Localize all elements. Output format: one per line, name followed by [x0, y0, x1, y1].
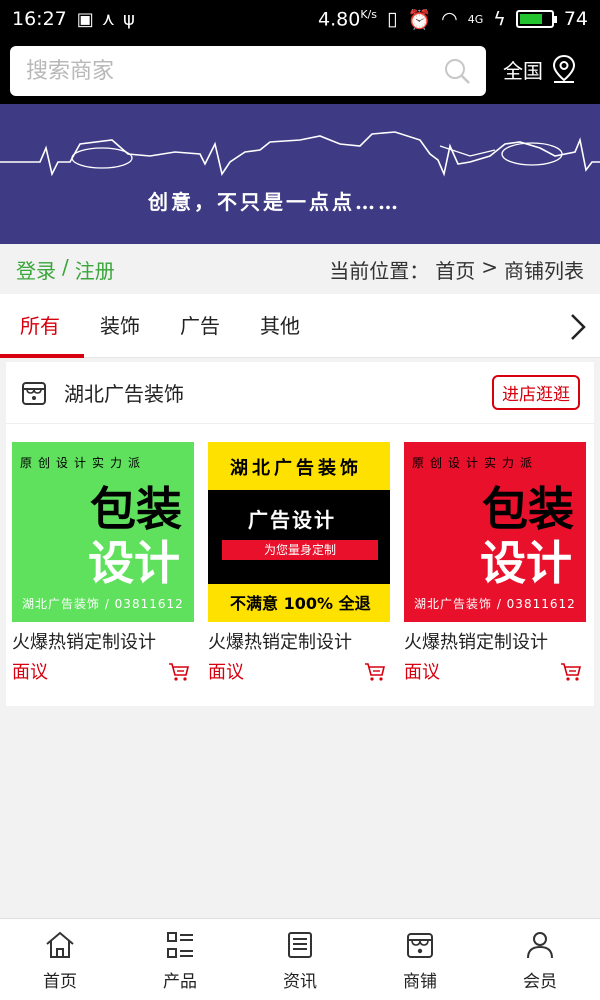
store-icon	[22, 381, 46, 405]
product-item[interactable]: 原创设计实力派 包装 设计 湖北广告装饰 / 03811612 火爆热销定制设计…	[12, 442, 196, 684]
breadcrumb-home[interactable]: 首页	[435, 255, 475, 284]
visit-shop-button[interactable]: 进店逛逛	[492, 375, 580, 410]
tab-all[interactable]: 所有	[0, 294, 84, 358]
breadcrumb-arrow: >	[481, 254, 498, 279]
battery-icon	[515, 10, 557, 28]
nav-news-label: 资讯	[283, 972, 317, 992]
nav-home-label: 首页	[43, 972, 77, 992]
region-selector[interactable]: 全国	[503, 54, 577, 84]
image-headline: 包装	[482, 482, 574, 536]
product-image[interactable]: 原创设计实力派 包装 设计 湖北广告装饰 / 03811612	[404, 442, 586, 622]
home-icon	[46, 931, 74, 958]
image-headline-2: 设计	[88, 536, 180, 590]
product-title[interactable]: 火爆热销定制设计	[12, 628, 196, 654]
image-icon: ▣	[76, 8, 94, 30]
breadcrumb-bar: 登录 / 注册 当前位置： 首页 > 商铺列表	[0, 244, 600, 294]
image-caption: 原创设计实力派	[20, 456, 147, 470]
category-tabs: 所有 装饰 广告 其他	[0, 294, 600, 358]
image-headline-2: 设计	[480, 536, 572, 590]
image-footer: 不满意 100% 全退	[230, 594, 371, 613]
tab-other[interactable]: 其他	[240, 294, 320, 358]
product-title[interactable]: 火爆热销定制设计	[208, 628, 392, 654]
image-headline: 湖北广告装饰	[230, 458, 362, 479]
location-pin-icon	[552, 54, 576, 83]
image-headline: 包装	[90, 482, 182, 536]
breadcrumb: 当前位置： 首页 > 商铺列表	[329, 255, 584, 284]
product-image[interactable]: 湖北广告装饰 广告设计 为您量身定制 不满意 100% 全退	[208, 442, 390, 622]
nav-member[interactable]: 会员	[480, 919, 600, 1000]
image-caption: 原创设计实力派	[412, 456, 539, 470]
wifi-icon: ◠	[441, 8, 458, 30]
usb-icon: ψ	[122, 8, 135, 30]
signal-network: 4G	[467, 12, 484, 26]
share-icon: ⋏	[101, 8, 115, 30]
promo-banner[interactable]: 创意，不只是一点点……	[0, 104, 600, 244]
charging-icon: ϟ	[493, 8, 506, 30]
search-input[interactable]	[10, 46, 410, 96]
nav-news[interactable]: 资讯	[240, 919, 360, 1000]
tab-decoration[interactable]: 装饰	[80, 294, 160, 358]
search-box[interactable]	[10, 46, 486, 96]
nav-home[interactable]: 首页	[0, 919, 120, 1000]
image-band-text: 广告设计	[248, 508, 336, 532]
status-bar: 16:27 ▣ ⋏ ψ 4.80K/s ▯ ⏰ ◠ 4G ϟ 74	[0, 0, 600, 38]
nav-products-label: 产品	[163, 972, 197, 992]
bottom-nav: 首页 产品 资讯 商铺 会员	[0, 918, 600, 1000]
breadcrumb-current: 商铺列表	[504, 258, 584, 283]
product-title[interactable]: 火爆热销定制设计	[404, 628, 588, 654]
product-list: 原创设计实力派 包装 设计 湖北广告装饰 / 03811612 火爆热销定制设计…	[12, 442, 592, 684]
region-label: 全国	[503, 58, 543, 83]
image-band: 广告设计 为您量身定制	[208, 490, 390, 584]
product-item[interactable]: 湖北广告装饰 广告设计 为您量身定制 不满意 100% 全退 火爆热销定制设计 …	[208, 442, 392, 684]
login-link[interactable]: 登录	[16, 255, 56, 284]
nav-shops[interactable]: 商铺	[360, 919, 480, 1000]
status-time: 16:27	[12, 8, 67, 30]
nav-shops-label: 商铺	[403, 972, 437, 992]
battery-percent: 74	[563, 8, 588, 30]
shop-card: 湖北广告装饰 进店逛逛 原创设计实力派 包装 设计 湖北广告装饰 / 03811…	[6, 362, 594, 706]
image-footer: 湖北广告装饰 / 03811612	[22, 597, 184, 611]
search-icon[interactable]	[444, 58, 470, 84]
image-footer: 湖北广告装饰 / 03811612	[414, 597, 576, 611]
banner-slogan: 创意，不只是一点点……	[148, 190, 401, 214]
chevron-right-icon[interactable]	[568, 312, 588, 342]
product-item[interactable]: 原创设计实力派 包装 设计 湖北广告装饰 / 03811612 火爆热销定制设计…	[404, 442, 588, 684]
auth-links: 登录 / 注册	[16, 255, 115, 284]
image-tagline: 为您量身定制	[222, 540, 378, 560]
shop-name[interactable]: 湖北广告装饰	[64, 378, 184, 407]
list-icon	[167, 932, 193, 958]
search-header: 全国	[0, 38, 600, 104]
vibrate-icon: ▯	[387, 8, 398, 30]
cart-icon[interactable]	[168, 662, 190, 682]
shop-icon	[407, 933, 433, 958]
product-image[interactable]: 原创设计实力派 包装 设计 湖北广告装饰 / 03811612	[12, 442, 194, 622]
nav-products[interactable]: 产品	[120, 919, 240, 1000]
user-icon	[527, 932, 553, 959]
auth-separator: /	[62, 254, 69, 279]
alarm-icon: ⏰	[407, 8, 432, 31]
skyline-graphic	[0, 131, 600, 177]
nav-member-label: 会员	[523, 972, 557, 992]
news-icon	[288, 932, 312, 958]
register-link[interactable]: 注册	[75, 255, 115, 284]
network-speed: 4.80K/s	[318, 7, 377, 31]
cart-icon[interactable]	[560, 662, 582, 682]
breadcrumb-prefix: 当前位置：	[329, 258, 430, 283]
tab-advertising[interactable]: 广告	[160, 294, 240, 358]
shop-card-header: 湖北广告装饰 进店逛逛	[6, 362, 594, 424]
cart-icon[interactable]	[364, 662, 386, 682]
